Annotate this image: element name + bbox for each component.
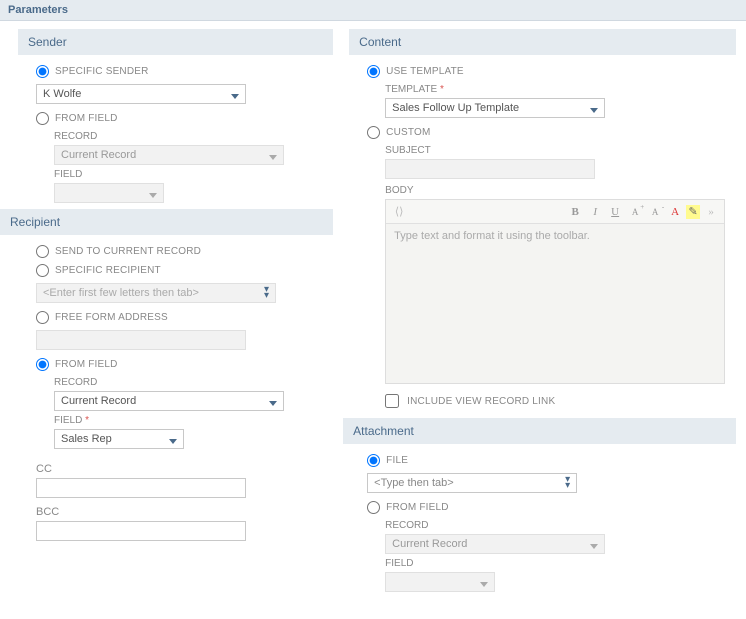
template-select[interactable]: Sales Follow Up Template — [385, 98, 605, 118]
attachment-field-select — [385, 572, 495, 592]
attachment-record-value: Current Record — [392, 538, 467, 550]
recipient-specific-label: SPECIFIC RECIPIENT — [55, 265, 161, 276]
body-editor: ⟨⟩ B I U A A A ✎ » Type text and format … — [385, 199, 725, 384]
sender-fromfield-label: FROM FIELD — [55, 113, 118, 124]
caret-down-icon — [169, 435, 177, 443]
sender-specific-radio[interactable] — [36, 65, 49, 78]
underline-button[interactable]: U — [606, 203, 624, 221]
attachment-field-label: FIELD — [385, 558, 736, 569]
expand-toolbar-button[interactable]: » — [702, 203, 720, 221]
sender-specific-value: K Wolfe — [43, 88, 81, 100]
recipient-header: Recipient — [0, 209, 333, 235]
recipient-current-label: SEND TO CURRENT RECORD — [55, 246, 201, 257]
body-label: BODY — [385, 185, 736, 196]
page-title: Parameters — [0, 0, 746, 21]
sender-header: Sender — [18, 29, 333, 55]
recipient-fromfield-label: FROM FIELD — [55, 359, 118, 370]
double-caret-icon: ▾▾ — [264, 287, 269, 299]
recipient-field-value: Sales Rep — [61, 433, 112, 445]
sender-record-select: Current Record — [54, 145, 284, 165]
caret-down-icon — [269, 151, 277, 159]
rte-toolbar: ⟨⟩ B I U A A A ✎ » — [386, 200, 724, 224]
cc-label: CC — [36, 463, 333, 475]
caret-down-icon — [590, 104, 598, 112]
recipient-specific-placeholder: <Enter first few letters then tab> — [43, 287, 199, 299]
recipient-current-radio[interactable] — [36, 245, 49, 258]
attachment-file-radio[interactable] — [367, 454, 380, 467]
recipient-field-label: FIELD — [54, 415, 333, 426]
template-label: TEMPLATE — [385, 84, 736, 95]
sender-specific-label: SPECIFIC SENDER — [55, 66, 149, 77]
source-icon[interactable]: ⟨⟩ — [390, 203, 408, 221]
caret-down-icon — [149, 189, 157, 197]
attachment-file-select[interactable]: <Type then tab> ▾▾ — [367, 473, 577, 493]
font-decrease-button[interactable]: A — [646, 203, 664, 221]
content-header: Content — [349, 29, 736, 55]
double-caret-icon: ▾▾ — [565, 477, 570, 489]
caret-down-icon — [590, 540, 598, 548]
body-placeholder: Type text and format it using the toolba… — [386, 224, 724, 248]
recipient-record-select[interactable]: Current Record — [54, 391, 284, 411]
attachment-record-select: Current Record — [385, 534, 605, 554]
recipient-record-label: RECORD — [54, 377, 333, 388]
sender-record-value: Current Record — [61, 149, 136, 161]
recipient-freeform-label: FREE FORM ADDRESS — [55, 312, 168, 323]
recipient-record-value: Current Record — [61, 395, 136, 407]
content-template-radio[interactable] — [367, 65, 380, 78]
recipient-fromfield-radio[interactable] — [36, 358, 49, 371]
content-template-label: USE TEMPLATE — [386, 66, 464, 77]
caret-down-icon — [269, 397, 277, 405]
attachment-fromfield-label: FROM FIELD — [386, 502, 449, 513]
include-link-label: INCLUDE VIEW RECORD LINK — [407, 396, 555, 407]
bold-button[interactable]: B — [566, 203, 584, 221]
subject-input — [385, 159, 595, 179]
highlight-button[interactable]: ✎ — [686, 205, 700, 219]
bcc-input[interactable] — [36, 521, 246, 541]
caret-down-icon — [480, 578, 488, 586]
cc-input[interactable] — [36, 478, 246, 498]
recipient-specific-select: <Enter first few letters then tab> ▾▾ — [36, 283, 276, 303]
attachment-fromfield-radio[interactable] — [367, 501, 380, 514]
caret-down-icon — [231, 90, 239, 98]
recipient-freeform-radio[interactable] — [36, 311, 49, 324]
attachment-file-label: FILE — [386, 455, 408, 466]
content-custom-label: CUSTOM — [386, 127, 430, 138]
recipient-specific-radio[interactable] — [36, 264, 49, 277]
include-link-checkbox[interactable] — [385, 394, 399, 408]
text-color-button[interactable]: A — [666, 203, 684, 221]
sender-specific-select[interactable]: K Wolfe — [36, 84, 246, 104]
sender-fromfield-radio[interactable] — [36, 112, 49, 125]
font-increase-button[interactable]: A — [626, 203, 644, 221]
attachment-file-placeholder: <Type then tab> — [374, 477, 454, 489]
subject-label: SUBJECT — [385, 145, 736, 156]
sender-record-label: RECORD — [54, 131, 333, 142]
sender-field-select — [54, 183, 164, 203]
recipient-freeform-input — [36, 330, 246, 350]
italic-button[interactable]: I — [586, 203, 604, 221]
bcc-label: BCC — [36, 506, 333, 518]
recipient-field-select[interactable]: Sales Rep — [54, 429, 184, 449]
content-custom-radio[interactable] — [367, 126, 380, 139]
sender-field-label: FIELD — [54, 169, 333, 180]
attachment-record-label: RECORD — [385, 520, 736, 531]
attachment-header: Attachment — [343, 418, 736, 444]
template-value: Sales Follow Up Template — [392, 102, 519, 114]
